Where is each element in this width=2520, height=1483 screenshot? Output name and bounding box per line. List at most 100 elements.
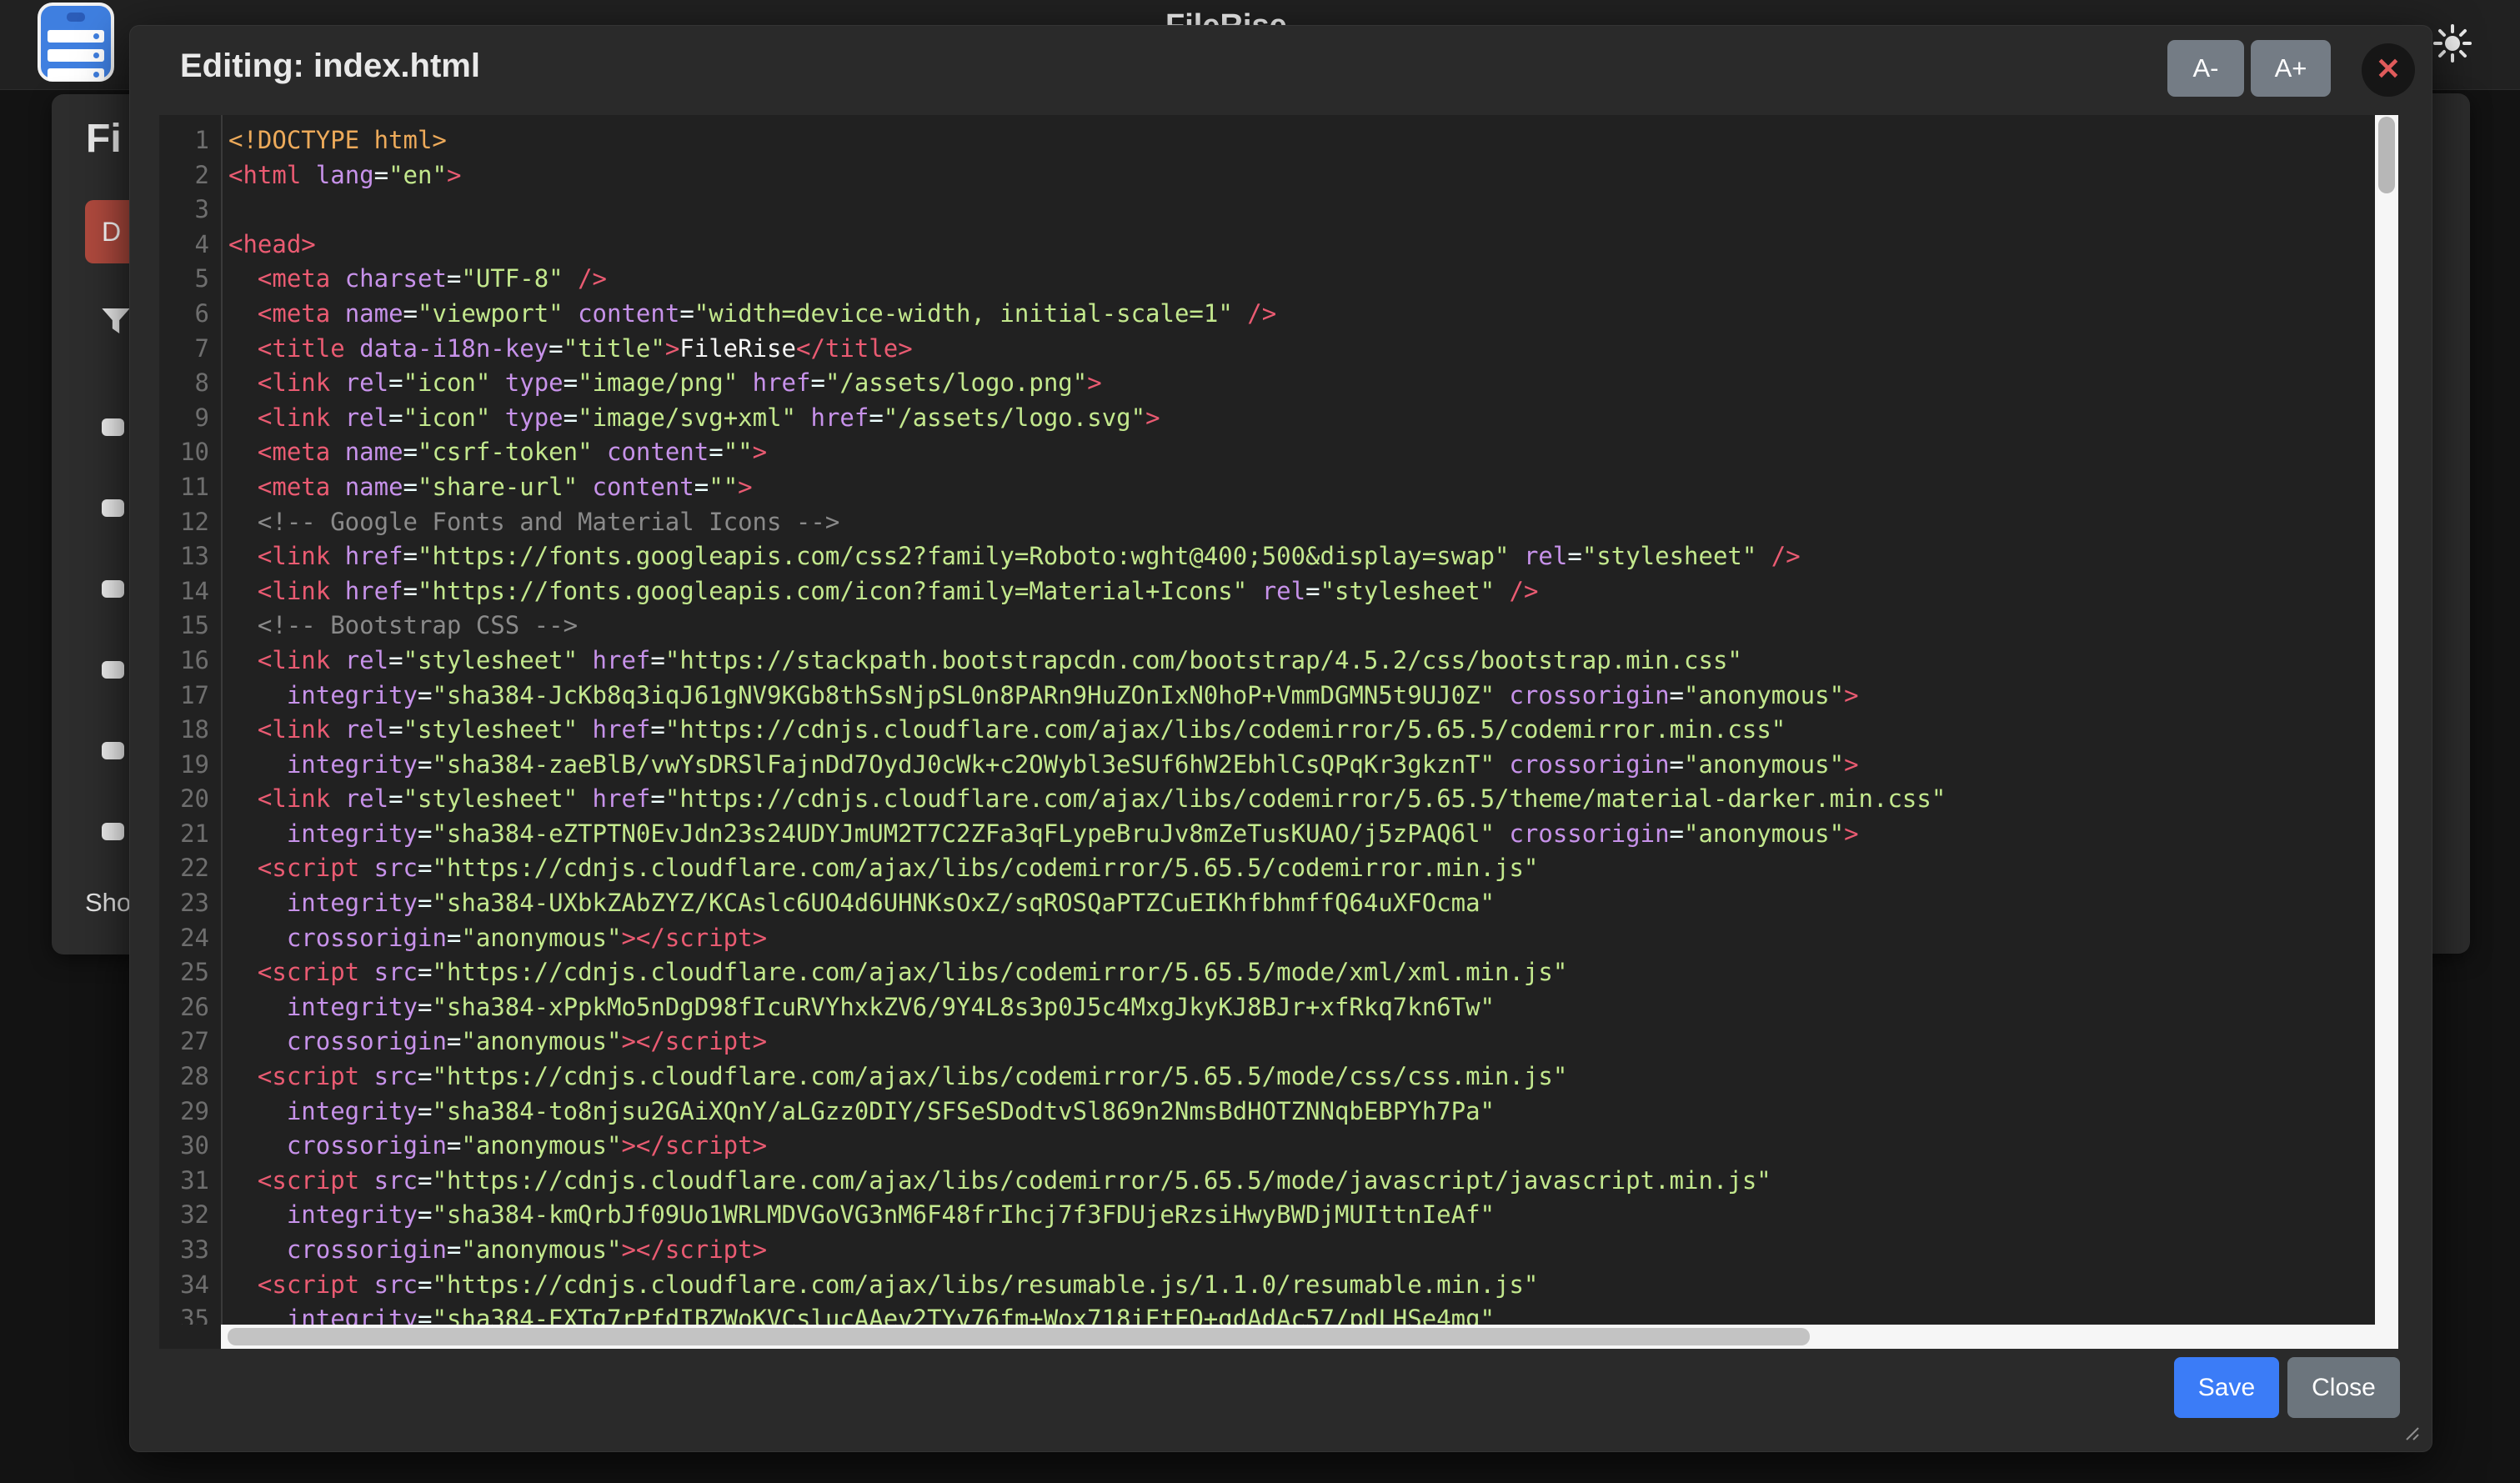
code-line: <!-- Google Fonts and Material Icons --> bbox=[228, 505, 1946, 540]
line-number: 35 bbox=[159, 1302, 221, 1325]
line-number: 31 bbox=[159, 1164, 221, 1199]
line-number: 13 bbox=[159, 539, 221, 574]
line-number: 6 bbox=[159, 297, 221, 332]
sidebar-item-icon[interactable] bbox=[102, 580, 124, 598]
line-number: 23 bbox=[159, 886, 221, 921]
code-line: crossorigin="anonymous"></script> bbox=[228, 1025, 1946, 1060]
line-number: 10 bbox=[159, 435, 221, 470]
editor-gutter: 1234567891011121314151617181920212223242… bbox=[159, 115, 223, 1325]
code-line: <link rel="icon" type="image/png" href="… bbox=[228, 366, 1946, 401]
sidebar-show-text-fragment: Sho bbox=[85, 888, 131, 918]
line-number: 33 bbox=[159, 1233, 221, 1268]
line-number: 8 bbox=[159, 366, 221, 401]
line-number: 21 bbox=[159, 817, 221, 852]
sidebar-item-icon[interactable] bbox=[102, 661, 124, 679]
line-number: 19 bbox=[159, 748, 221, 783]
code-line: <script src="https://cdnjs.cloudflare.co… bbox=[228, 851, 1946, 886]
sidebar-title-fragment: Fi bbox=[86, 116, 122, 162]
modal-title: Editing: index.html bbox=[180, 48, 480, 85]
sidebar-item-icon[interactable] bbox=[102, 499, 124, 517]
editor-viewport[interactable]: 1234567891011121314151617181920212223242… bbox=[159, 115, 2398, 1325]
line-number: 22 bbox=[159, 851, 221, 886]
logo-dot bbox=[93, 72, 99, 78]
line-number: 7 bbox=[159, 332, 221, 367]
sun-icon[interactable] bbox=[2432, 23, 2473, 64]
code-line: integrity="sha384-eZTPTN0EvJdn23s24UDYJm… bbox=[228, 817, 1946, 852]
code-line: crossorigin="anonymous"></script> bbox=[228, 921, 1946, 956]
line-number: 16 bbox=[159, 644, 221, 679]
vertical-scrollbar[interactable] bbox=[2375, 115, 2398, 1325]
editor-code[interactable]: <!DOCTYPE html><html lang="en"> <head> <m… bbox=[228, 123, 1946, 1325]
line-number: 30 bbox=[159, 1129, 221, 1164]
line-number: 28 bbox=[159, 1060, 221, 1095]
line-number: 12 bbox=[159, 505, 221, 540]
line-number: 5 bbox=[159, 262, 221, 297]
code-line: <meta name="share-url" content=""> bbox=[228, 470, 1946, 505]
line-number: 32 bbox=[159, 1198, 221, 1233]
code-editor[interactable]: 1234567891011121314151617181920212223242… bbox=[159, 115, 2398, 1349]
logo-bar bbox=[48, 49, 104, 62]
logo-dot bbox=[93, 33, 99, 39]
code-line: <link rel="icon" type="image/svg+xml" hr… bbox=[228, 401, 1946, 436]
funnel-icon[interactable] bbox=[99, 304, 133, 338]
code-line: <link rel="stylesheet" href="https://cdn… bbox=[228, 782, 1946, 817]
line-number: 2 bbox=[159, 158, 221, 193]
font-decrease-button[interactable]: A- bbox=[2167, 40, 2244, 97]
code-line: <meta name="viewport" content="width=dev… bbox=[228, 297, 1946, 332]
code-line: crossorigin="anonymous"></script> bbox=[228, 1233, 1946, 1268]
sidebar-item-icon[interactable] bbox=[102, 742, 124, 759]
horizontal-scrollbar[interactable] bbox=[221, 1325, 2398, 1349]
resize-handle-icon[interactable] bbox=[2398, 1420, 2420, 1441]
code-line: <!-- Bootstrap CSS --> bbox=[228, 609, 1946, 644]
code-line: <html lang="en"> bbox=[228, 158, 1946, 193]
code-line: <head> bbox=[228, 228, 1946, 263]
logo-bar bbox=[48, 30, 104, 43]
code-line: <!DOCTYPE html> bbox=[228, 123, 1946, 158]
code-line: integrity="sha384-kmQrbJf09Uo1WRLMDVGoVG… bbox=[228, 1198, 1946, 1233]
code-line: <script src="https://cdnjs.cloudflare.co… bbox=[228, 955, 1946, 990]
line-number: 20 bbox=[159, 782, 221, 817]
code-line: <script src="https://cdnjs.cloudflare.co… bbox=[228, 1164, 1946, 1199]
code-line: <meta charset="UTF-8" /> bbox=[228, 262, 1946, 297]
line-number: 15 bbox=[159, 609, 221, 644]
code-line: integrity="sha384-to8njsu2GAiXQnY/aLGzz0… bbox=[228, 1095, 1946, 1130]
line-number: 14 bbox=[159, 574, 221, 609]
code-line: <link rel="stylesheet" href="https://sta… bbox=[228, 644, 1946, 679]
code-line bbox=[228, 193, 1946, 228]
line-number: 18 bbox=[159, 713, 221, 748]
line-number: 11 bbox=[159, 470, 221, 505]
close-icon[interactable]: ✕ bbox=[2362, 43, 2415, 97]
sidebar-item-icon[interactable] bbox=[102, 823, 124, 840]
code-line: integrity="sha384-zaeBlB/vwYsDRSlFajnDd7… bbox=[228, 748, 1946, 783]
close-button[interactable]: Close bbox=[2287, 1357, 2400, 1418]
logo-cap bbox=[67, 13, 85, 22]
sidebar-item-icon[interactable] bbox=[102, 418, 124, 436]
code-line: <link rel="stylesheet" href="https://cdn… bbox=[228, 713, 1946, 748]
font-increase-button[interactable]: A+ bbox=[2251, 40, 2331, 97]
line-number: 3 bbox=[159, 193, 221, 228]
code-line: <script src="https://cdnjs.cloudflare.co… bbox=[228, 1060, 1946, 1095]
code-line: integrity="sha384-JcKb8q3iqJ61gNV9KGb8th… bbox=[228, 679, 1946, 714]
code-line: <meta name="csrf-token" content=""> bbox=[228, 435, 1946, 470]
line-number: 25 bbox=[159, 955, 221, 990]
save-button[interactable]: Save bbox=[2174, 1357, 2279, 1418]
line-number: 34 bbox=[159, 1268, 221, 1303]
code-line: integrity="sha384-UXbkZAbZYZ/KCAslc6UO4d… bbox=[228, 886, 1946, 921]
line-number: 26 bbox=[159, 990, 221, 1025]
editor-modal: Editing: index.html A- A+ ✕ 123456789101… bbox=[129, 25, 2432, 1452]
code-line: <script src="https://cdnjs.cloudflare.co… bbox=[228, 1268, 1946, 1303]
code-line: <title data-i18n-key="title">FileRise</t… bbox=[228, 332, 1946, 367]
line-number: 27 bbox=[159, 1025, 221, 1060]
code-line: <link href="https://fonts.googleapis.com… bbox=[228, 574, 1946, 609]
horizontal-scrollbar-thumb[interactable] bbox=[228, 1328, 1810, 1345]
logo-bar bbox=[48, 68, 104, 81]
line-number: 9 bbox=[159, 401, 221, 436]
line-number: 24 bbox=[159, 921, 221, 956]
code-line: integrity="sha384-EXTg7rPfdIBZWoKVCslucA… bbox=[228, 1302, 1946, 1325]
filerise-logo-icon[interactable] bbox=[38, 3, 114, 82]
line-number: 29 bbox=[159, 1095, 221, 1130]
vertical-scrollbar-thumb[interactable] bbox=[2378, 117, 2395, 193]
code-line: integrity="sha384-xPpkMo5nDgD98fIcuRVYhx… bbox=[228, 990, 1946, 1025]
logo-dot bbox=[93, 53, 99, 58]
line-number: 1 bbox=[159, 123, 221, 158]
